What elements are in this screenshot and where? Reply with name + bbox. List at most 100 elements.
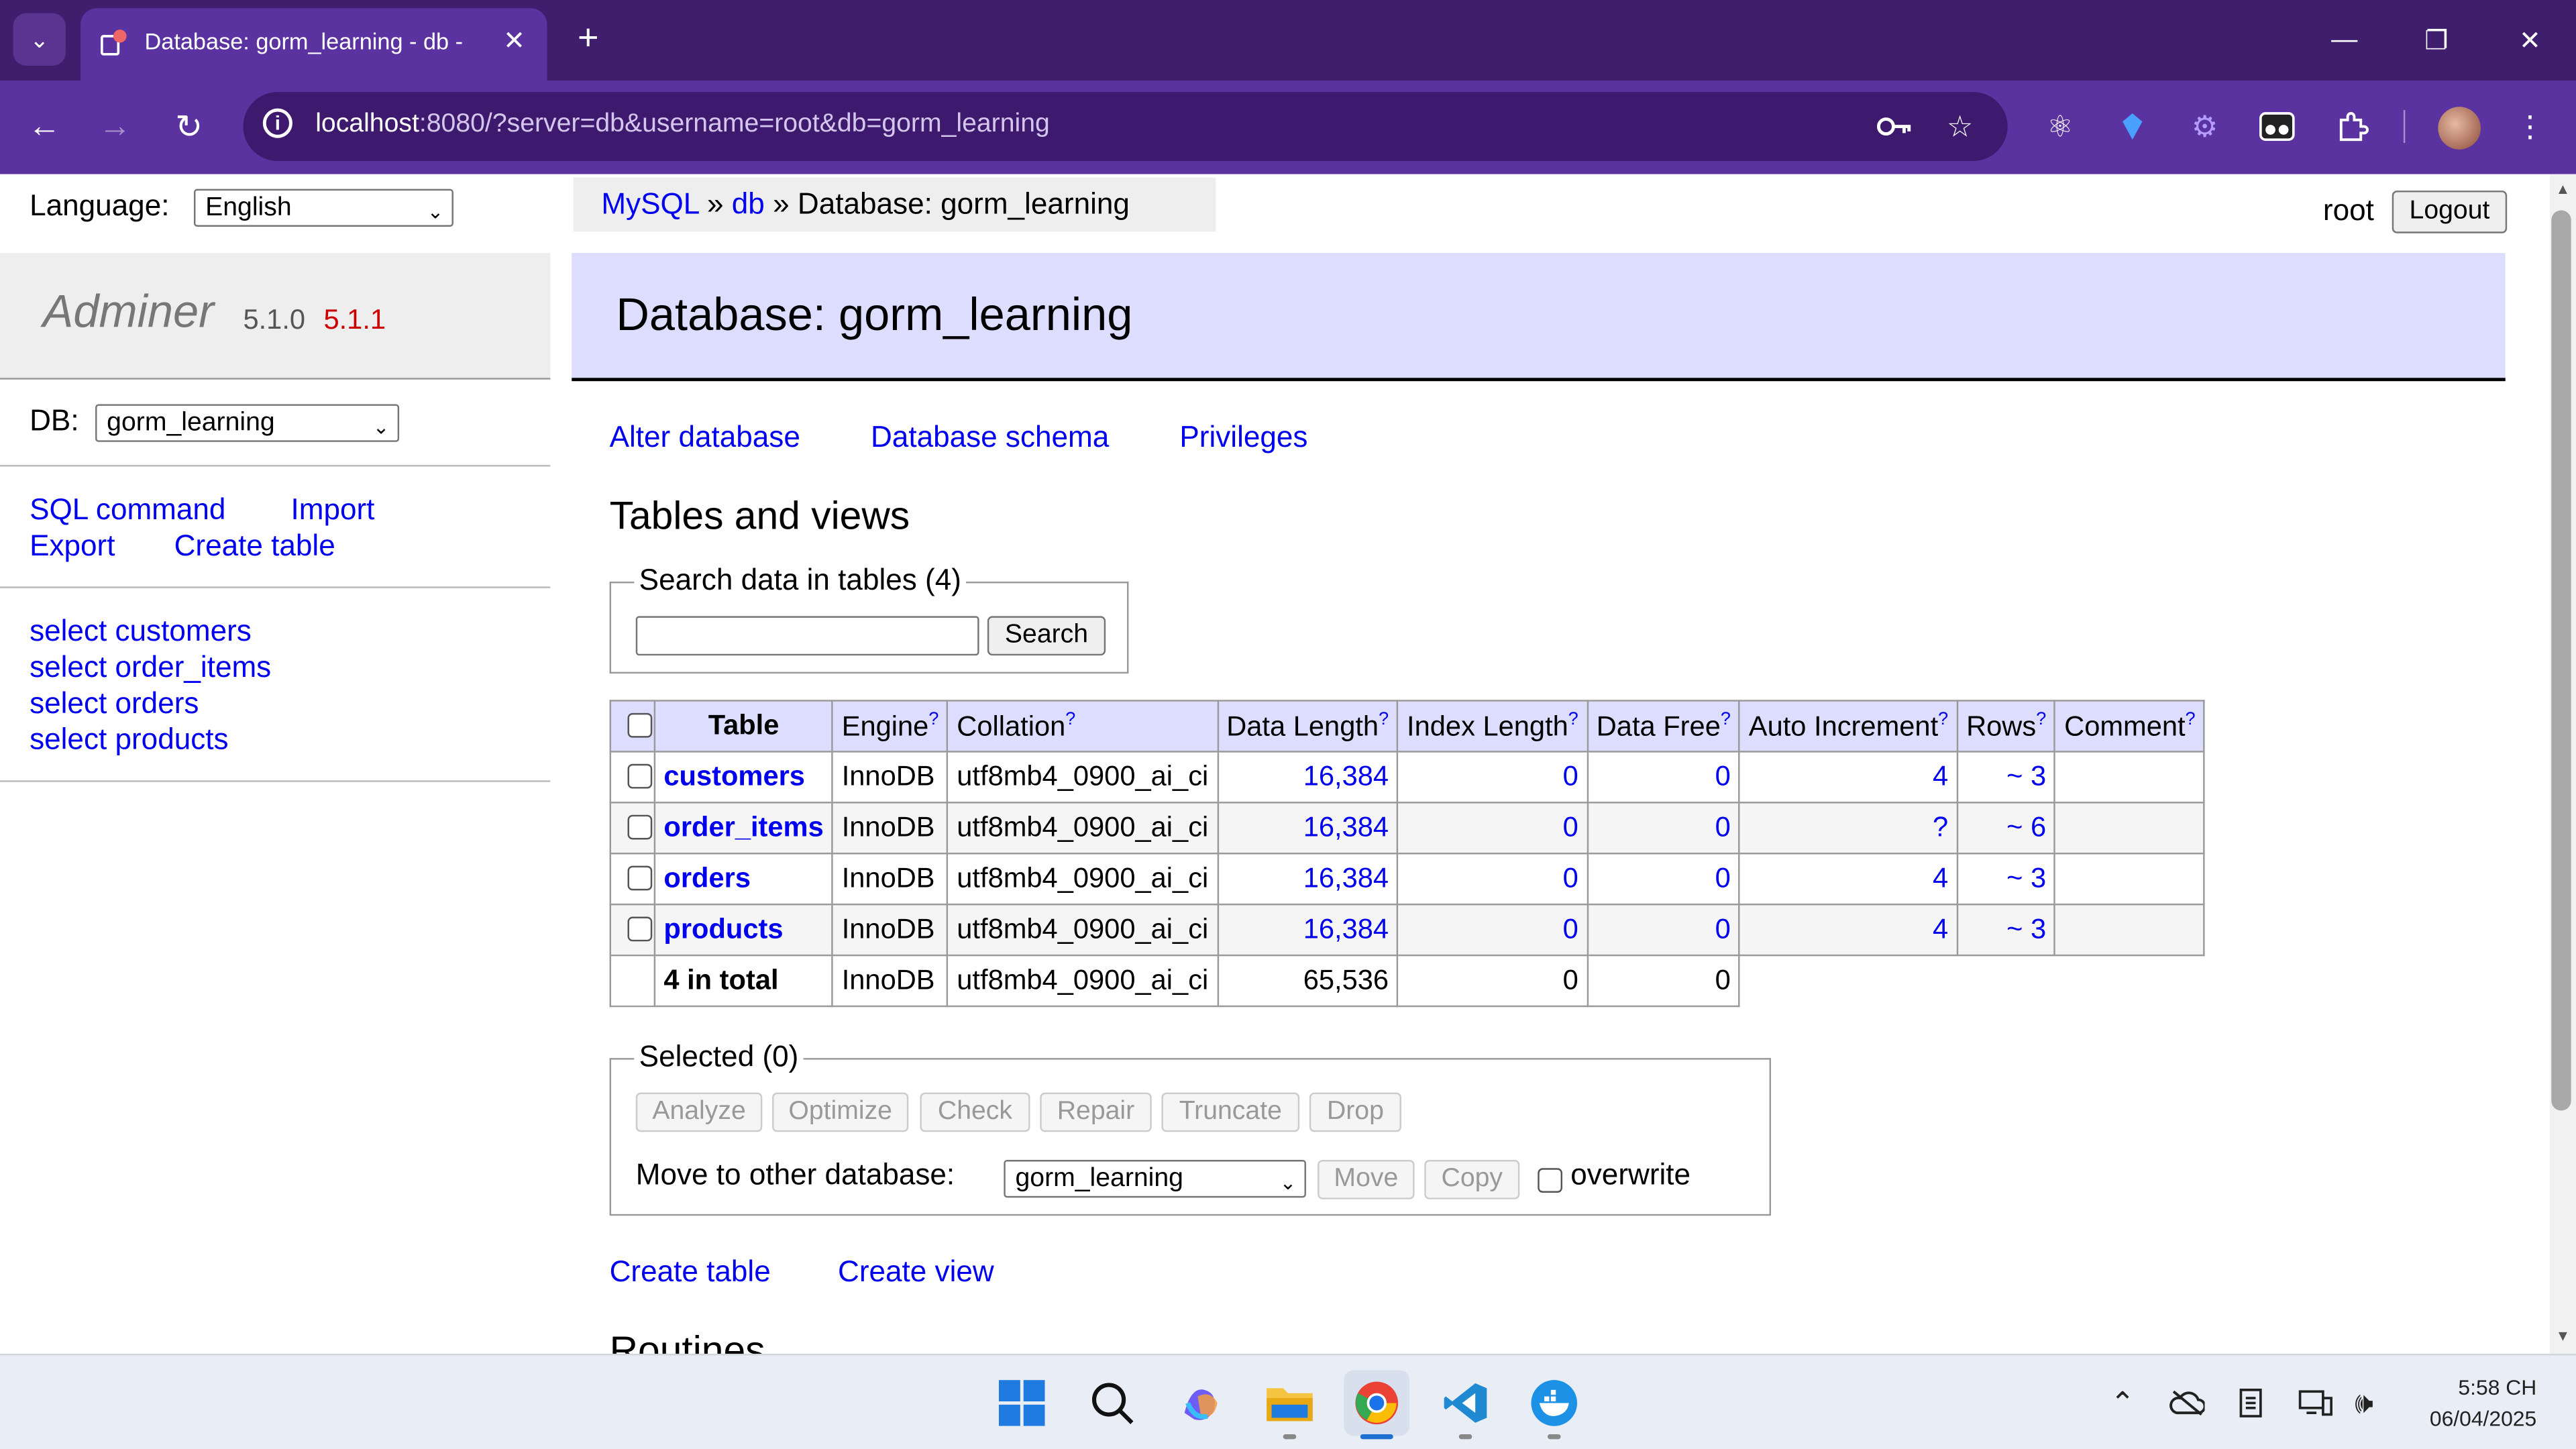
- data-free-link[interactable]: 0: [1715, 761, 1731, 792]
- row-checkbox[interactable]: [627, 814, 653, 840]
- data-free-link[interactable]: 0: [1715, 863, 1731, 894]
- search-icon[interactable]: [1079, 1370, 1145, 1436]
- help-icon[interactable]: ?: [2036, 709, 2046, 729]
- incognito-extension-icon[interactable]: [2254, 103, 2300, 150]
- network-icon[interactable]: [2295, 1383, 2334, 1423]
- tab-search-button[interactable]: ⌄: [13, 13, 66, 66]
- reload-button[interactable]: ↻: [166, 103, 212, 150]
- scroll-up-icon[interactable]: ▲: [2551, 180, 2574, 200]
- import-link[interactable]: Import: [290, 493, 374, 527]
- analyze-button[interactable]: Analyze: [635, 1092, 763, 1132]
- col-data-length[interactable]: Data Length?: [1216, 700, 1399, 753]
- show-hidden-icons-icon[interactable]: ⌃: [2103, 1383, 2143, 1423]
- optimize-button[interactable]: Optimize: [772, 1092, 909, 1132]
- move-db-select[interactable]: gorm_learning ⌄: [1004, 1159, 1306, 1198]
- index-length-link[interactable]: 0: [1563, 914, 1578, 945]
- data-free-link[interactable]: 0: [1715, 914, 1731, 945]
- search-input[interactable]: [635, 616, 979, 656]
- auto-increment-link[interactable]: 4: [1933, 761, 1948, 792]
- data-length-link[interactable]: 16,384: [1303, 863, 1389, 894]
- col-comment[interactable]: Comment?: [2054, 700, 2206, 753]
- search-button[interactable]: Search: [987, 616, 1106, 656]
- table-name-link[interactable]: order_items: [663, 812, 823, 843]
- password-key-icon[interactable]: [1874, 107, 1914, 146]
- gear-extension-icon[interactable]: ⚙: [2182, 103, 2228, 150]
- data-length-link[interactable]: 16,384: [1303, 761, 1389, 792]
- col-data-free[interactable]: Data Free?: [1587, 700, 1741, 753]
- row-checkbox[interactable]: [627, 916, 653, 942]
- language-select[interactable]: English ⌄: [193, 189, 453, 227]
- forward-button[interactable]: →: [92, 103, 138, 150]
- check-button[interactable]: Check: [920, 1092, 1030, 1132]
- row-checkbox[interactable]: [627, 763, 653, 789]
- scroll-down-icon[interactable]: ▼: [2551, 1328, 2574, 1347]
- docker-icon[interactable]: [1521, 1370, 1587, 1436]
- chrome-taskbar-icon[interactable]: [1344, 1370, 1410, 1436]
- create-table-sidebar-link[interactable]: Create table: [174, 529, 335, 564]
- help-icon[interactable]: ?: [2186, 709, 2196, 729]
- browser-tab[interactable]: Database: gorm_learning - db - ✕: [80, 8, 547, 81]
- col-rows[interactable]: Rows?: [1956, 700, 2056, 753]
- database-schema-link[interactable]: Database schema: [871, 421, 1109, 455]
- index-length-link[interactable]: 0: [1563, 863, 1578, 894]
- auto-increment-link[interactable]: 4: [1933, 863, 1948, 894]
- address-bar[interactable]: i localhost:8080/?server=db&username=roo…: [243, 92, 2008, 162]
- col-collation[interactable]: Collation?: [947, 700, 1218, 753]
- table-name-link[interactable]: products: [663, 914, 783, 945]
- sidebar-item-customers[interactable]: select customers: [30, 614, 252, 649]
- select-all-checkbox[interactable]: [627, 712, 652, 737]
- help-icon[interactable]: ?: [928, 709, 938, 729]
- windows-start-icon[interactable]: [989, 1370, 1055, 1436]
- rows-link[interactable]: ~ 3: [2006, 863, 2046, 894]
- table-name-link[interactable]: customers: [663, 761, 805, 792]
- privileges-link[interactable]: Privileges: [1179, 421, 1307, 455]
- col-auto-increment[interactable]: Auto Increment?: [1739, 700, 1958, 753]
- sidebar-item-orders[interactable]: select orders: [30, 687, 199, 721]
- breadcrumb-db-link[interactable]: db: [732, 187, 765, 220]
- rows-link[interactable]: ~ 3: [2006, 914, 2046, 945]
- sidebar-item-order-items[interactable]: select order_items: [30, 651, 271, 685]
- col-index-length[interactable]: Index Length?: [1397, 700, 1589, 753]
- onedrive-icon[interactable]: [2167, 1383, 2206, 1423]
- index-length-link[interactable]: 0: [1563, 761, 1578, 792]
- overwrite-checkbox[interactable]: [1538, 1168, 1562, 1193]
- alter-database-link[interactable]: Alter database: [610, 421, 800, 455]
- db-select[interactable]: gorm_learning ⌄: [95, 404, 400, 442]
- scrollbar-thumb[interactable]: [2551, 210, 2571, 1111]
- help-icon[interactable]: ?: [1568, 709, 1578, 729]
- help-icon[interactable]: ?: [1938, 709, 1948, 729]
- new-tab-button[interactable]: +: [568, 16, 608, 59]
- export-link[interactable]: Export: [30, 529, 115, 564]
- repair-button[interactable]: Repair: [1040, 1092, 1152, 1132]
- back-button[interactable]: ←: [21, 103, 68, 150]
- close-window-button[interactable]: ✕: [2497, 16, 2563, 65]
- create-table-link[interactable]: Create table: [610, 1255, 771, 1289]
- react-devtools-icon[interactable]: ⚛: [2037, 103, 2084, 150]
- table-name-link[interactable]: orders: [663, 863, 751, 894]
- create-view-link[interactable]: Create view: [838, 1255, 994, 1289]
- sql-command-link[interactable]: SQL command: [30, 493, 225, 527]
- help-icon[interactable]: ?: [1379, 709, 1389, 729]
- input-method-icon[interactable]: [2231, 1383, 2271, 1423]
- help-icon[interactable]: ?: [1721, 709, 1731, 729]
- volume-icon[interactable]: 🕪: [2345, 1383, 2384, 1423]
- rows-link[interactable]: ~ 3: [2006, 761, 2046, 792]
- logout-button[interactable]: Logout: [2392, 191, 2508, 233]
- breadcrumb-mysql-link[interactable]: MySQL: [601, 187, 698, 220]
- bookmark-star-icon[interactable]: ☆: [1940, 107, 1980, 146]
- profile-avatar[interactable]: [2438, 107, 2481, 150]
- data-free-link[interactable]: 0: [1715, 812, 1731, 843]
- url-text[interactable]: localhost:8080/?server=db&username=root&…: [315, 110, 1050, 140]
- index-length-link[interactable]: 0: [1563, 812, 1578, 843]
- truncate-button[interactable]: Truncate: [1161, 1092, 1300, 1132]
- help-icon[interactable]: ?: [1065, 709, 1075, 729]
- copy-button[interactable]: Copy: [1424, 1159, 1520, 1199]
- site-info-icon[interactable]: i: [262, 108, 292, 138]
- new-version-link[interactable]: 5.1.1: [323, 304, 386, 337]
- adminer-logo[interactable]: Adminer: [43, 286, 214, 338]
- data-length-link[interactable]: 16,384: [1303, 914, 1389, 945]
- vscode-icon[interactable]: [1433, 1370, 1499, 1436]
- move-button[interactable]: Move: [1318, 1159, 1415, 1199]
- minimize-button[interactable]: —: [2312, 16, 2377, 65]
- data-length-link[interactable]: 16,384: [1303, 812, 1389, 843]
